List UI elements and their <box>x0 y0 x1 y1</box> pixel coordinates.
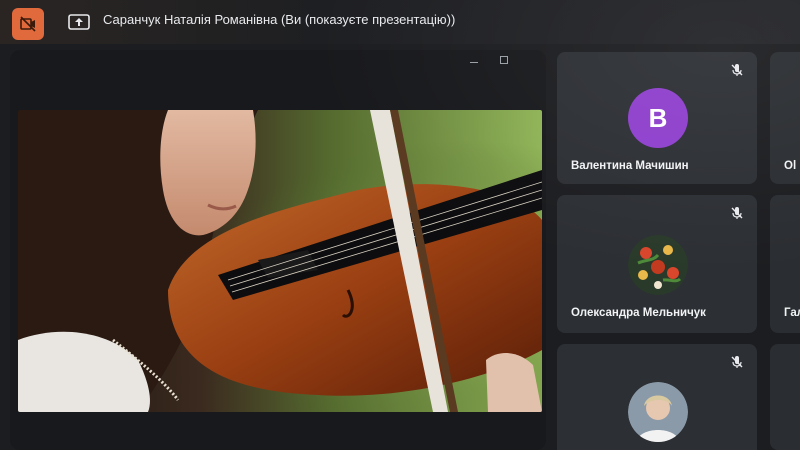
participant-tile-partial[interactable]: Гал <box>770 195 800 333</box>
minimize-icon <box>470 62 478 63</box>
participant-name: Гал <box>784 307 800 319</box>
participant-tile[interactable] <box>557 344 757 450</box>
mic-off-icon <box>731 207 743 219</box>
participant-tile[interactable]: Олександра Мельничук <box>557 195 757 333</box>
participant-name: Олександра Мельничук <box>571 307 706 319</box>
photo-avatar <box>628 382 688 442</box>
participant-tile-partial[interactable] <box>770 344 800 450</box>
camera-off-icon <box>20 16 36 32</box>
present-screen-icon <box>66 12 92 34</box>
presentation-bar: Саранчук Наталія Романівна (Ви (показуєт… <box>0 0 800 44</box>
maximize-button[interactable] <box>498 54 510 66</box>
mic-off-icon <box>731 356 743 368</box>
participant-tile-partial[interactable]: Ol <box>770 52 800 184</box>
minimize-button[interactable] <box>468 54 480 66</box>
presentation-stage <box>10 50 546 450</box>
avatar: B <box>628 88 688 148</box>
participant-tile[interactable]: B Валентина Мачишин <box>557 52 757 184</box>
maximize-icon <box>500 56 508 64</box>
camera-off-button[interactable] <box>12 8 44 40</box>
participant-name: Ol <box>784 160 797 172</box>
violinist-photo <box>18 110 542 412</box>
presentation-slide <box>18 110 542 412</box>
participant-name: Валентина Мачишин <box>571 160 689 172</box>
mic-off-icon <box>731 64 743 76</box>
presentation-title: Саранчук Наталія Романівна (Ви (показуєт… <box>103 12 456 27</box>
painted-flower-avatar <box>628 235 688 295</box>
